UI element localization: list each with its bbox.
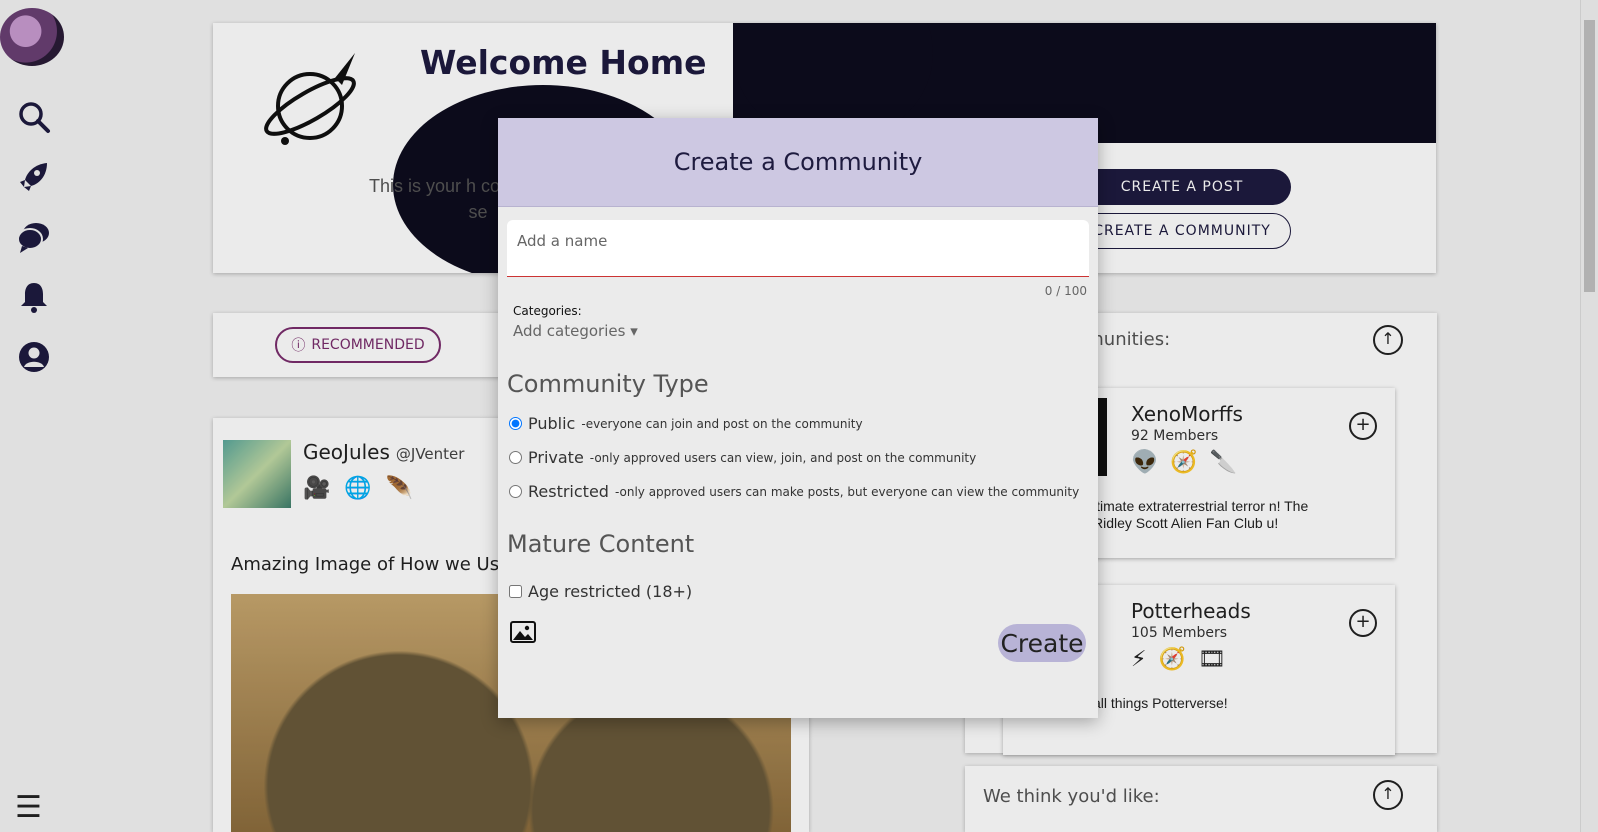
categories-dropdown[interactable]: Add categories ▾ [513,322,638,340]
type-restricted-option[interactable]: Restricted -only approved users can make… [507,482,1079,501]
type-public-option[interactable]: Public -everyone can join and post on th… [507,414,863,433]
character-counter: 0 / 100 [1044,284,1087,298]
community-type-title: Community Type [507,370,709,398]
type-public-label: Public [528,414,576,433]
age-restricted-option[interactable]: Age restricted (18+) [507,582,692,601]
type-private-radio[interactable] [509,451,522,464]
age-restricted-label: Age restricted (18+) [528,582,693,601]
community-name-input[interactable] [507,220,1087,262]
type-restricted-desc: -only approved users can make posts, but… [614,484,1080,499]
type-private-desc: -only approved users can view, join, and… [589,450,977,465]
type-restricted-label: Restricted [528,482,609,501]
image-upload-icon[interactable] [510,620,536,644]
mature-content-title: Mature Content [507,530,695,558]
create-button[interactable]: Create [998,624,1086,662]
type-private-option[interactable]: Private -only approved users can view, j… [507,448,976,467]
create-community-modal: Create a Community 0 / 100 Categories: A… [498,118,1098,718]
type-private-label: Private [528,448,584,467]
type-public-radio[interactable] [509,417,522,430]
categories-label: Categories: [513,304,582,318]
type-public-desc: -everyone can join and post on the commu… [581,416,863,431]
age-restricted-checkbox[interactable] [509,585,522,598]
modal-title: Create a Community [498,118,1098,207]
type-restricted-radio[interactable] [509,485,522,498]
community-name-field[interactable] [507,220,1089,277]
